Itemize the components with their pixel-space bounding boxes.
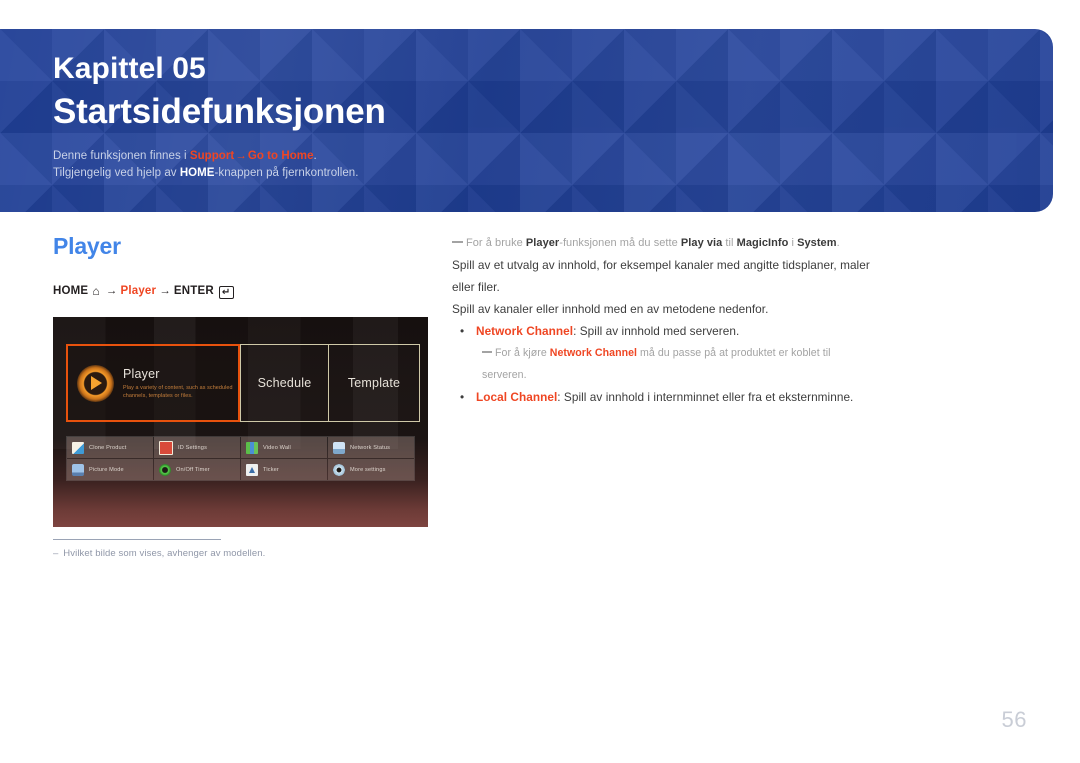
- home-tiles-row: Player Play a variety of content, such a…: [66, 344, 420, 422]
- body-paragraph-2: Spill av kanaler eller innhold med en av…: [452, 302, 769, 316]
- bullet-network-channel-rest: : Spill av innhold med serveren.: [573, 324, 740, 338]
- figure-footnote: – Hvilket bilde som vises, avhenger av mo…: [53, 539, 428, 560]
- banner-note-line-1: Denne funksjonen finnes i Support→Go to …: [53, 148, 1023, 165]
- ticker-icon: [246, 463, 258, 476]
- home-tile-player-label: Player: [123, 366, 160, 381]
- breadcrumb-arrow-1-icon: →: [105, 285, 118, 297]
- breadcrumb: HOME ⌂ → Player → ENTER ↵: [53, 282, 433, 299]
- grid-label-picture-mode: Picture Mode: [89, 466, 124, 473]
- footnote-text-row: – Hvilket bilde som vises, avhenger av mo…: [53, 547, 428, 560]
- home-tile-player-description: Play a variety of content, such as sched…: [123, 384, 233, 399]
- home-screen-screenshot: Player Play a variety of content, such a…: [53, 317, 428, 527]
- more-settings-icon: [333, 463, 345, 476]
- breadcrumb-player-label: Player: [120, 285, 157, 297]
- banner-note-text: Denne funksjonen finnes i: [53, 150, 190, 162]
- grid-label-video-wall: Video Wall: [263, 444, 291, 451]
- note-pre: For å bruke: [466, 237, 526, 249]
- banner-note-line-2: Tilgjengelig ved hjelp av HOME-knappen p…: [53, 165, 1023, 182]
- enter-key-icon: ↵: [218, 286, 235, 299]
- footnote-text: Hvilket bilde som vises, avhenger av mod…: [63, 548, 266, 559]
- grid-item-id-settings[interactable]: ID Settings: [154, 437, 240, 458]
- id-settings-icon: [159, 440, 173, 455]
- body-paragraph-1: Spill av et utvalg av innhold, for eksem…: [452, 258, 870, 294]
- grid-item-on-off-timer[interactable]: On/Off Timer: [154, 459, 240, 480]
- grid-item-picture-mode[interactable]: Picture Mode: [67, 459, 153, 480]
- grid-item-more-settings[interactable]: More settings: [328, 459, 414, 480]
- on-off-timer-icon: [159, 463, 171, 476]
- banner-note-arrow-icon: →: [235, 150, 247, 162]
- note-mid-2: til: [722, 237, 737, 249]
- footnote-dash-icon: –: [53, 548, 59, 559]
- home-settings-grid: Clone Product ID Settings Video Wall Net…: [66, 436, 415, 481]
- note-play-via: For å bruke Player-funksjonen må du sett…: [452, 232, 872, 254]
- grid-item-ticker[interactable]: Ticker: [241, 459, 327, 480]
- note-mid-1: -funksjonen må du sette: [559, 237, 681, 249]
- home-tile-schedule-label: Schedule: [257, 376, 312, 390]
- bullet-local-channel-keyword: Local Channel: [476, 390, 558, 404]
- network-status-icon: [333, 441, 345, 454]
- left-column: Player HOME ⌂ → Player → ENTER ↵ Player Play a…: [53, 232, 433, 560]
- breadcrumb-home-label: HOME: [53, 285, 89, 297]
- note-kw-play-via: Play via: [680, 237, 723, 249]
- note-kw-player: Player: [525, 237, 560, 249]
- subnote-dash-icon: [482, 351, 492, 353]
- grid-item-network-status[interactable]: Network Status: [328, 437, 414, 458]
- player-play-icon: [77, 364, 114, 402]
- note-mid-3: i: [788, 237, 798, 249]
- breadcrumb-arrow-2-icon: →: [159, 285, 171, 297]
- bullet-dot-icon-2: •: [460, 390, 465, 404]
- banner-note-link-go-to-home: Go to Home: [247, 150, 314, 162]
- footnote-divider: [53, 539, 221, 540]
- home-tile-template[interactable]: Template: [329, 344, 420, 422]
- grid-label-on-off-timer: On/Off Timer: [176, 466, 210, 473]
- home-tile-schedule[interactable]: Schedule: [240, 344, 329, 422]
- bullet-local-channel-text: Local Channel: Spill av innhold i intern…: [476, 386, 853, 408]
- chapter-label: Kapittel 05: [53, 52, 206, 85]
- bullet-local-channel: • Local Channel: Spill av innhold i inte…: [452, 386, 872, 408]
- bullet-network-channel-keyword: Network Channel: [476, 324, 574, 338]
- picture-mode-icon: [72, 463, 84, 476]
- note-dash-icon: [452, 241, 463, 243]
- note-post: .: [836, 237, 840, 249]
- grid-label-id-settings: ID Settings: [178, 444, 208, 451]
- home-icon: ⌂: [92, 284, 100, 298]
- banner-note-link-support: Support: [189, 150, 235, 162]
- home-tile-template-label: Template: [347, 376, 401, 390]
- home-tile-player[interactable]: Player Play a variety of content, such a…: [66, 344, 240, 422]
- banner-note2-post: -knappen på fjernkontrollen.: [214, 167, 359, 179]
- banner-note-period: .: [313, 150, 317, 162]
- breadcrumb-enter-label: ENTER: [173, 285, 214, 297]
- grid-label-more-settings: More settings: [350, 466, 386, 473]
- page-number: 56: [1001, 707, 1027, 732]
- bullet-network-channel: • Network Channel: Spill av innhold med …: [452, 320, 872, 342]
- note-kw-system: System: [797, 237, 837, 249]
- grid-label-ticker: Ticker: [263, 466, 279, 473]
- page-title: Player: [53, 233, 121, 259]
- right-column: For å bruke Player-funksjonen må du sett…: [452, 232, 872, 408]
- banner-note2-pre: Tilgjengelig ved hjelp av: [53, 167, 180, 179]
- subnote-network-channel: For å kjøre Network Channel må du passe …: [482, 342, 872, 386]
- note-kw-magicinfo: MagicInfo: [736, 237, 789, 249]
- grid-label-network-status: Network Status: [350, 444, 391, 451]
- chapter-title: Startsidefunksjonen: [53, 92, 386, 131]
- grid-label-clone-product: Clone Product: [89, 444, 127, 451]
- grid-item-clone-product[interactable]: Clone Product: [67, 437, 153, 458]
- subnote-keyword: Network Channel: [549, 347, 638, 359]
- chapter-banner: Kapittel 05 Startsidefunksjonen Denne fu…: [0, 29, 1053, 212]
- subnote-pre: For å kjøre: [495, 347, 550, 359]
- video-wall-icon: [246, 441, 258, 454]
- banner-note2-home-keyword: HOME: [179, 167, 215, 179]
- grid-item-video-wall[interactable]: Video Wall: [241, 437, 327, 458]
- clone-product-icon: [72, 441, 84, 454]
- bullet-dot-icon: •: [460, 324, 465, 338]
- bullet-local-channel-rest: : Spill av innhold i internminnet eller …: [557, 390, 854, 404]
- bullet-network-channel-text: Network Channel: Spill av innhold med se…: [476, 320, 739, 342]
